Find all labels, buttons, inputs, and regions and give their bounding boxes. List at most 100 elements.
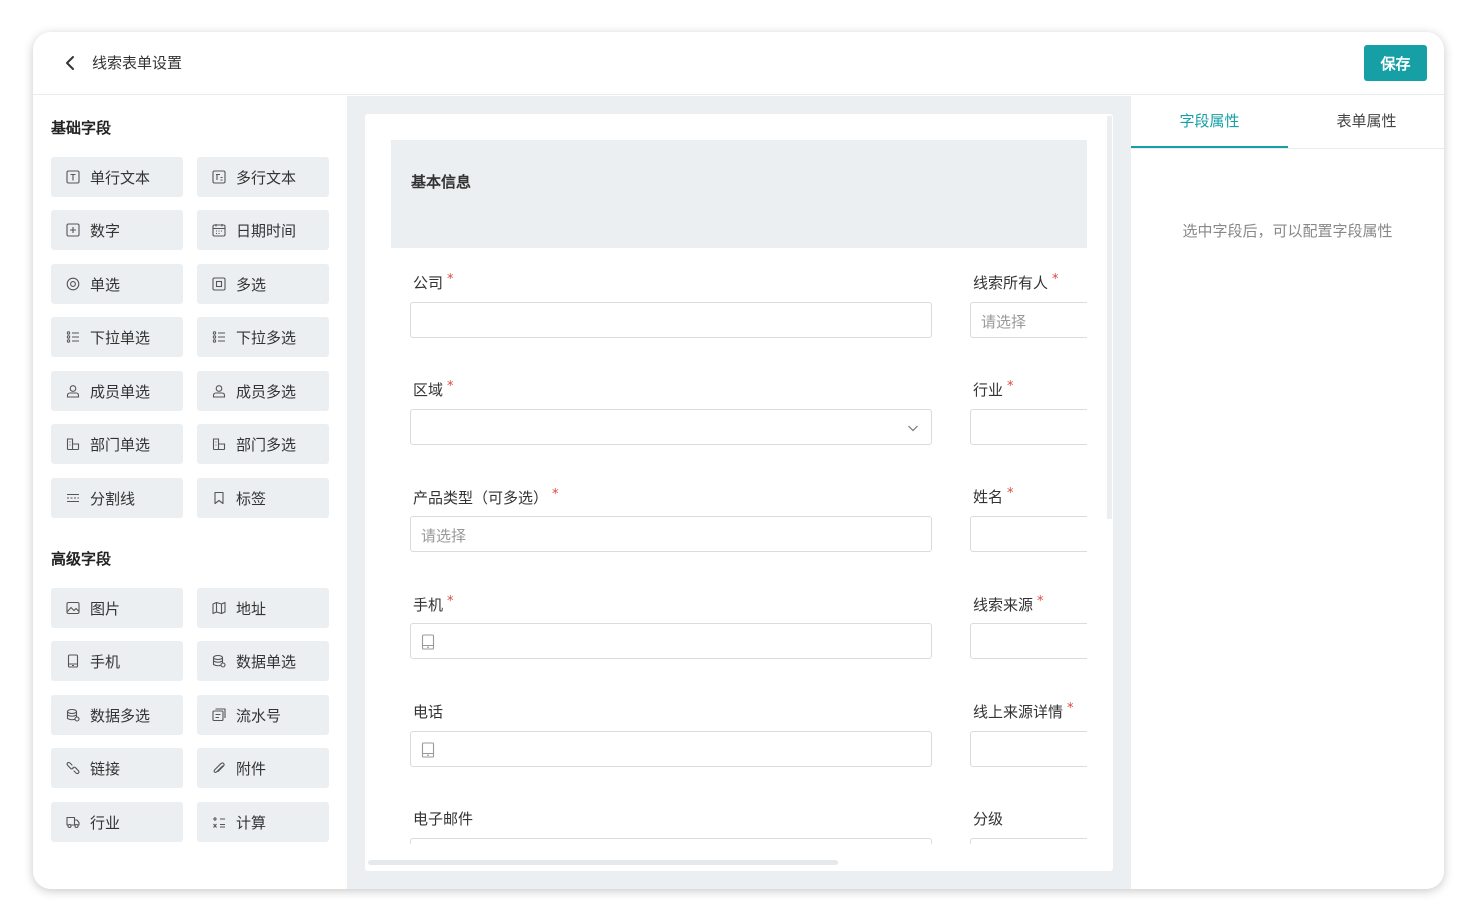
form-field-label: 线索来源 *: [973, 594, 1044, 614]
field-label: 部门单选: [90, 435, 151, 454]
radio-icon: [66, 277, 80, 291]
checkbox-icon: [212, 277, 226, 291]
chevron-down-icon: [908, 425, 918, 432]
mobile-input[interactable]: [410, 623, 932, 659]
lead-source-input[interactable]: [970, 623, 1087, 659]
field-datetime[interactable]: 日期时间: [197, 210, 329, 250]
email-input[interactable]: [410, 838, 932, 844]
database-icon: [212, 654, 226, 668]
field-label: 数字: [90, 221, 121, 240]
field-single-choice[interactable]: 单选: [51, 264, 183, 304]
vertical-scrollbar[interactable]: [1107, 116, 1112, 519]
save-button[interactable]: 保存: [1364, 45, 1427, 81]
database-icon: [66, 708, 80, 722]
form-field-label: 线索所有人 *: [973, 272, 1059, 292]
company-input[interactable]: [410, 302, 932, 338]
field-label: 分割线: [90, 489, 136, 508]
link-icon: [66, 761, 80, 775]
field-multi-line-text[interactable]: 多行文本: [197, 157, 329, 197]
field-label: 成员多选: [236, 382, 297, 401]
serial-icon: [212, 708, 226, 722]
form-design-area: 基本信息 公司 * 线索所有人 * 请选择 区域 * 行业 * 产品类型（可多选） * 请…: [347, 96, 1131, 889]
tab-field-properties[interactable]: 字段属性: [1131, 96, 1288, 148]
field-label: 图片: [90, 599, 121, 618]
form-field-label: 区域 *: [413, 379, 454, 399]
department-icon: [212, 437, 226, 451]
calendar-icon: [212, 223, 226, 237]
industry-input[interactable]: [970, 409, 1087, 445]
department-icon: [66, 437, 80, 451]
truck-icon: [66, 815, 80, 829]
field-image[interactable]: 图片: [51, 588, 183, 628]
field-tag[interactable]: 标签: [197, 478, 329, 518]
region-select[interactable]: [410, 409, 932, 445]
field-label: 成员单选: [90, 382, 151, 401]
field-label: 日期时间: [236, 221, 297, 240]
form-field-label: 行业 *: [973, 379, 1014, 399]
field-label: 流水号: [236, 706, 282, 725]
group-header[interactable]: 基本信息: [391, 140, 1087, 248]
form-viewport: 基本信息 公司 * 线索所有人 * 请选择 区域 * 行业 * 产品类型（可多选） * 请…: [365, 114, 1087, 844]
field-member-single[interactable]: 成员单选: [51, 371, 183, 411]
field-phone[interactable]: 手机: [51, 641, 183, 681]
tabs-divider: [1131, 148, 1444, 149]
field-serial-number[interactable]: 流水号: [197, 695, 329, 735]
form-canvas: 基本信息 公司 * 线索所有人 * 请选择 区域 * 行业 * 产品类型（可多选） * 请…: [365, 114, 1113, 871]
back-arrow-icon[interactable]: [61, 53, 81, 73]
properties-panel: 字段属性 表单属性 选中字段后，可以配置字段属性: [1131, 96, 1444, 889]
field-label: 部门多选: [236, 435, 297, 454]
telephone-input[interactable]: [410, 731, 932, 767]
field-data-single[interactable]: 数据单选: [197, 641, 329, 681]
field-label: 行业: [90, 813, 121, 832]
form-field-label: 电子邮件: [413, 810, 474, 828]
form-field-label: 线上来源详情 *: [973, 701, 1074, 721]
field-label: 手机: [90, 652, 121, 671]
form-field-label: 公司 *: [413, 272, 454, 292]
advanced-fields-title: 高级字段: [51, 550, 112, 568]
field-multi-choice[interactable]: 多选: [197, 264, 329, 304]
field-label: 多选: [236, 275, 267, 294]
field-dropdown-single[interactable]: 下拉单选: [51, 317, 183, 357]
phone-icon: [421, 742, 435, 758]
page-header: 线索表单设置 保存: [33, 32, 1444, 95]
basic-fields-title: 基础字段: [51, 119, 112, 137]
form-field-label: 分级: [973, 810, 1004, 828]
form-settings-window: 线索表单设置 保存 基础字段 单行文本 多行文本 数字 日期时间 单选 多选 下…: [33, 32, 1444, 889]
multiline-text-icon: [212, 170, 226, 184]
field-member-multi[interactable]: 成员多选: [197, 371, 329, 411]
horizontal-scrollbar[interactable]: [368, 860, 838, 865]
field-department-single[interactable]: 部门单选: [51, 424, 183, 464]
form-field-label: 姓名 *: [973, 486, 1014, 506]
product-type-select[interactable]: 请选择: [410, 516, 932, 552]
user-icon: [212, 384, 226, 398]
field-number[interactable]: 数字: [51, 210, 183, 250]
number-icon: [66, 223, 80, 237]
field-calculation[interactable]: 计算: [197, 802, 329, 842]
field-data-multi[interactable]: 数据多选: [51, 695, 183, 735]
image-icon: [66, 601, 80, 615]
tag-icon: [212, 491, 226, 505]
field-label: 多行文本: [236, 168, 297, 187]
field-attachment[interactable]: 附件: [197, 748, 329, 788]
page-title: 线索表单设置: [92, 54, 183, 72]
field-industry[interactable]: 行业: [51, 802, 183, 842]
field-divider[interactable]: 分割线: [51, 478, 183, 518]
list-icon: [212, 330, 226, 344]
online-source-detail-input[interactable]: [970, 731, 1087, 767]
name-input[interactable]: [970, 516, 1087, 552]
tab-form-properties[interactable]: 表单属性: [1288, 96, 1444, 148]
field-label: 下拉多选: [236, 328, 297, 347]
field-label: 附件: [236, 759, 267, 778]
field-single-line-text[interactable]: 单行文本: [51, 157, 183, 197]
form-field-label: 电话: [413, 703, 444, 721]
calculate-icon: [212, 815, 226, 829]
field-label: 链接: [90, 759, 121, 778]
field-label: 标签: [236, 489, 267, 508]
field-dropdown-multi[interactable]: 下拉多选: [197, 317, 329, 357]
lead-owner-select[interactable]: 请选择: [970, 302, 1087, 338]
field-link[interactable]: 链接: [51, 748, 183, 788]
grade-input[interactable]: [970, 838, 1087, 844]
form-field-label: 手机 *: [413, 594, 454, 614]
field-department-multi[interactable]: 部门多选: [197, 424, 329, 464]
field-address[interactable]: 地址: [197, 588, 329, 628]
